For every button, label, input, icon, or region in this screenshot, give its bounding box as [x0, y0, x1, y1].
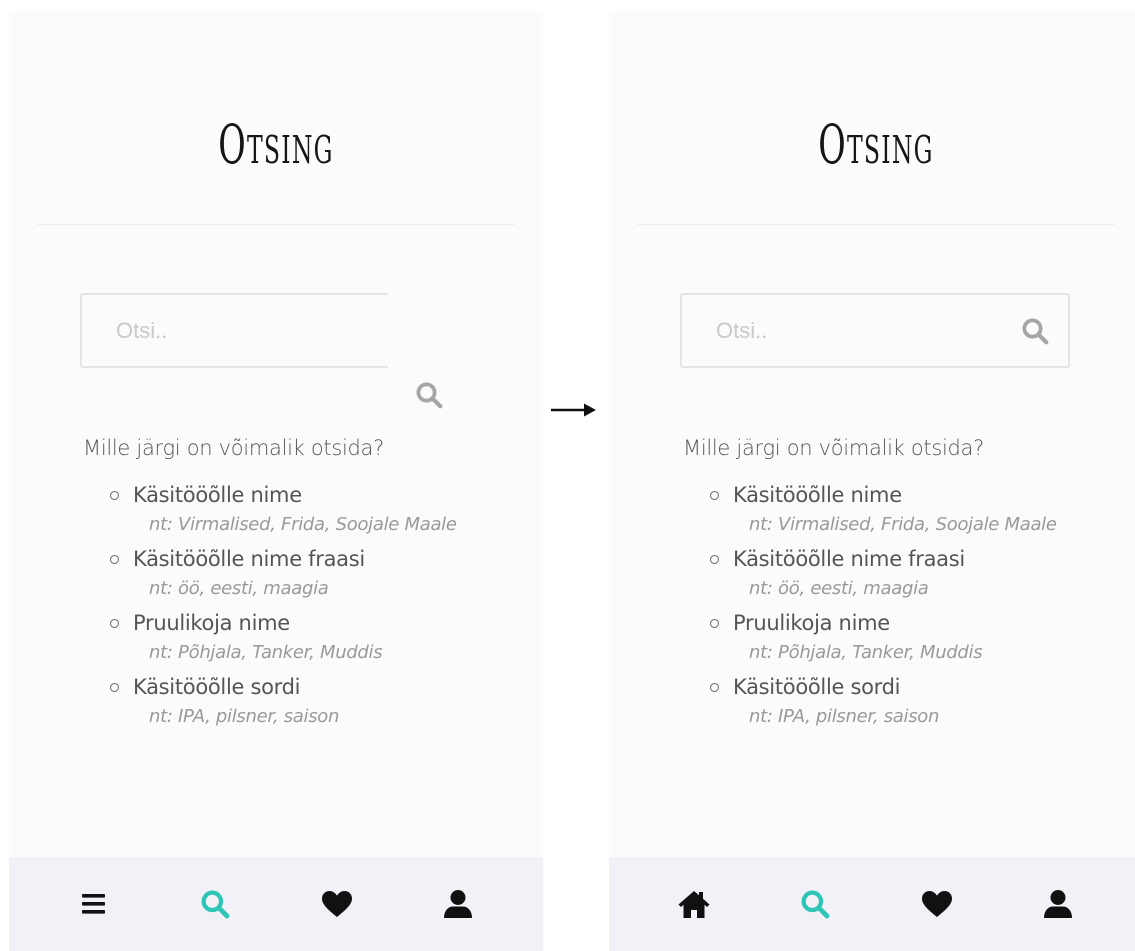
- item-label: Pruulikoja nime: [133, 611, 290, 635]
- item-example: nt: öö, eesti, maagia: [749, 578, 929, 599]
- page-title: Otsing: [218, 113, 334, 176]
- help-heading: Mille järgi on võimalik otsida?: [683, 436, 984, 460]
- list-item: Käsitööõlle nime fraasi nt: öö, eesti, m…: [707, 544, 1135, 606]
- item-example: nt: Virmalised, Frida, Soojale Maale: [149, 514, 457, 535]
- list-item: Pruulikoja nime nt: Põhjala, Tanker, Mud…: [107, 608, 543, 670]
- divider: [37, 224, 515, 225]
- list-item: Pruulikoja nime nt: Põhjala, Tanker, Mud…: [707, 608, 1135, 670]
- nav-menu-button[interactable]: [70, 880, 118, 928]
- search-field: [680, 293, 1070, 368]
- item-label: Pruulikoja nime: [733, 611, 890, 635]
- nav-favorites-button[interactable]: [313, 880, 361, 928]
- nav-search-button[interactable]: [191, 880, 239, 928]
- heart-icon: [321, 891, 352, 917]
- nav-search-button[interactable]: [791, 880, 839, 928]
- home-icon: [678, 891, 710, 918]
- item-label: Käsitööõlle nime: [133, 483, 302, 507]
- screen-after: Otsing Mille järgi on võimalik otsida? K…: [609, 10, 1135, 951]
- item-example: nt: Virmalised, Frida, Soojale Maale: [749, 514, 1057, 535]
- list-item: Käsitööõlle sordi nt: IPA, pilsner, sais…: [707, 672, 1135, 734]
- list-item: Käsitööõlle nime nt: Virmalised, Frida, …: [707, 480, 1135, 542]
- list-item: Käsitööõlle nime nt: Virmalised, Frida, …: [107, 480, 543, 542]
- search-icon: [1022, 318, 1049, 345]
- user-icon: [1044, 890, 1073, 918]
- item-label: Käsitööõlle nime: [733, 483, 902, 507]
- bottom-navbar: [9, 857, 543, 951]
- screen-before: Otsing Mille järgi on võimalik otsida? K…: [9, 10, 543, 951]
- search-icon: [201, 890, 230, 919]
- divider: [637, 224, 1115, 225]
- nav-home-button[interactable]: [670, 880, 718, 928]
- help-list: Käsitööõlle nime nt: Virmalised, Frida, …: [83, 480, 543, 734]
- heart-icon: [921, 891, 952, 917]
- item-example: nt: Põhjala, Tanker, Muddis: [149, 642, 383, 663]
- item-example: nt: Põhjala, Tanker, Muddis: [749, 642, 983, 663]
- item-label: Käsitööõlle nime fraasi: [733, 547, 965, 571]
- page-title: Otsing: [818, 113, 934, 176]
- item-label: Käsitööõlle nime fraasi: [133, 547, 365, 571]
- item-example: nt: IPA, pilsner, saison: [749, 706, 940, 727]
- user-icon: [444, 890, 473, 918]
- help-list: Käsitööõlle nime nt: Virmalised, Frida, …: [683, 480, 1135, 734]
- nav-profile-button[interactable]: [1034, 880, 1082, 928]
- search-button[interactable]: [1016, 313, 1054, 349]
- search-icon: [416, 382, 443, 409]
- nav-favorites-button[interactable]: [913, 880, 961, 928]
- item-example: nt: IPA, pilsner, saison: [149, 706, 340, 727]
- search-help: Mille järgi on võimalik otsida? Käsitööõ…: [83, 436, 543, 736]
- item-example: nt: öö, eesti, maagia: [149, 578, 329, 599]
- search-input[interactable]: [682, 295, 1068, 366]
- nav-profile-button[interactable]: [434, 880, 482, 928]
- help-heading: Mille järgi on võimalik otsida?: [83, 436, 384, 460]
- transition-arrow-icon: [551, 403, 596, 417]
- list-item: Käsitööõlle sordi nt: IPA, pilsner, sais…: [107, 672, 543, 734]
- bottom-navbar: [609, 857, 1135, 951]
- search-icon: [801, 890, 830, 919]
- item-label: Käsitööõlle sordi: [733, 675, 901, 699]
- menu-icon: [81, 894, 105, 914]
- item-label: Käsitööõlle sordi: [133, 675, 301, 699]
- search-help: Mille järgi on võimalik otsida? Käsitööõ…: [683, 436, 1135, 736]
- search-button[interactable]: [388, 293, 470, 420]
- list-item: Käsitööõlle nime fraasi nt: öö, eesti, m…: [107, 544, 543, 606]
